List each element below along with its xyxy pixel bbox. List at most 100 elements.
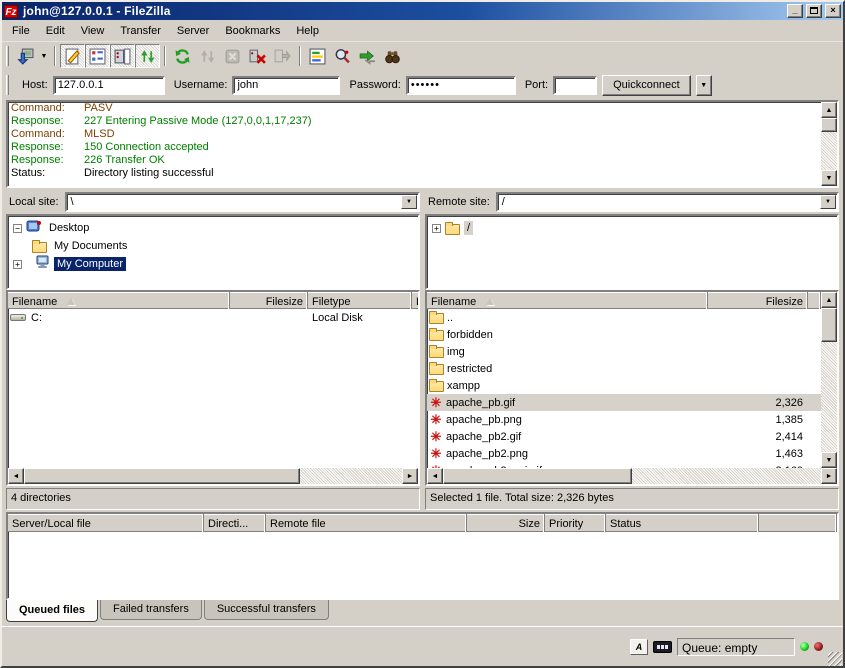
remote-horizontal-scrollbar[interactable]: ◄ ► <box>427 468 837 484</box>
speed-limit-icon[interactable] <box>653 641 672 653</box>
local-site-combo[interactable]: \ ▼ <box>65 192 420 212</box>
quickconnect-button[interactable]: Quickconnect <box>602 75 691 96</box>
scroll-up-icon[interactable]: ▲ <box>821 102 837 118</box>
remote-row-parent-dir[interactable]: .. <box>427 309 821 326</box>
process-queue-icon[interactable] <box>195 44 220 68</box>
queue-column-server-local-file[interactable]: Server/Local file <box>8 514 204 532</box>
site-manager-dropdown-icon[interactable]: ▼ <box>38 44 50 68</box>
scrollbar-thumb[interactable] <box>821 308 837 342</box>
toggle-remote-tree-icon[interactable] <box>110 44 135 68</box>
disconnect-icon[interactable] <box>245 44 270 68</box>
tree-item-desktop[interactable]: − Desktop <box>8 219 418 237</box>
cancel-icon[interactable] <box>220 44 245 68</box>
remote-row-apache-pb-png[interactable]: ✳apache_pb.png1,385 <box>427 411 821 428</box>
scroll-down-icon[interactable]: ▼ <box>821 452 837 468</box>
port-label: Port: <box>525 79 548 91</box>
remote-row-xampp[interactable]: xampp <box>427 377 821 394</box>
remote-row-apache-pb2-gif[interactable]: ✳apache_pb2.gif2,414 <box>427 428 821 445</box>
find-files-icon[interactable] <box>380 44 405 68</box>
scroll-down-icon[interactable]: ▼ <box>821 170 837 186</box>
queue-header: Server/Local file Directi... Remote file… <box>8 514 837 532</box>
tree-item-root[interactable]: + / <box>427 219 837 237</box>
local-column-filesize[interactable]: Filesize <box>230 292 308 309</box>
local-column-last-modified[interactable]: L <box>412 292 420 309</box>
menu-view[interactable]: View <box>73 22 113 40</box>
scroll-right-icon[interactable]: ► <box>821 468 837 484</box>
remote-row-restricted[interactable]: restricted <box>427 360 821 377</box>
scroll-left-icon[interactable]: ◄ <box>427 468 443 484</box>
expand-icon[interactable]: + <box>13 260 22 269</box>
username-label: Username: <box>174 79 228 91</box>
local-horizontal-scrollbar[interactable]: ◄ ► <box>8 468 418 484</box>
scroll-left-icon[interactable]: ◄ <box>8 468 24 484</box>
scrollbar-thumb[interactable] <box>24 468 300 484</box>
tree-item-my-documents[interactable]: My Documents <box>8 237 418 255</box>
remote-row-apache-pb2-png[interactable]: ✳apache_pb2.png1,463 <box>427 445 821 462</box>
toggle-log-icon[interactable] <box>60 44 85 68</box>
scrollbar-thumb[interactable] <box>821 118 837 132</box>
scroll-right-icon[interactable]: ► <box>402 468 418 484</box>
remote-column-filesize[interactable]: Filesize <box>708 292 808 309</box>
drive-icon <box>10 314 26 321</box>
local-column-filename[interactable]: Filename <box>8 292 230 309</box>
scroll-up-icon[interactable]: ▲ <box>821 292 837 308</box>
refresh-icon[interactable] <box>170 44 195 68</box>
maximize-button[interactable] <box>806 4 822 18</box>
remote-vertical-scrollbar[interactable]: ▲ ▼ <box>821 292 837 468</box>
password-label: Password: <box>349 79 400 91</box>
toggle-queue-icon[interactable] <box>135 44 160 68</box>
collapse-icon[interactable]: − <box>13 224 22 233</box>
toolbar-separator <box>164 46 166 66</box>
compare-icon[interactable] <box>330 44 355 68</box>
queue-column-remote-file[interactable]: Remote file <box>266 514 467 532</box>
menu-edit[interactable]: Edit <box>38 22 73 40</box>
image-file-icon: ✳ <box>429 396 443 410</box>
queue-column-size[interactable]: Size <box>467 514 545 532</box>
expand-icon[interactable]: + <box>432 224 441 233</box>
tab-successful-transfers[interactable]: Successful transfers <box>204 600 329 620</box>
folder-icon <box>429 313 444 324</box>
tab-queued-files[interactable]: Queued files <box>6 600 98 622</box>
data-type-icon[interactable]: A <box>630 639 648 655</box>
chevron-down-icon[interactable]: ▼ <box>401 195 417 209</box>
password-input[interactable] <box>406 76 516 95</box>
queue-column-direction[interactable]: Directi... <box>204 514 266 532</box>
remote-row-forbidden[interactable]: forbidden <box>427 326 821 343</box>
reconnect-icon[interactable] <box>270 44 295 68</box>
tab-failed-transfers[interactable]: Failed transfers <box>100 600 202 620</box>
menu-file[interactable]: File <box>4 22 38 40</box>
remote-site-combo[interactable]: / ▼ <box>496 192 839 212</box>
minimize-button[interactable]: _ <box>787 4 803 18</box>
site-manager-icon[interactable] <box>13 44 38 68</box>
sync-browse-icon[interactable] <box>355 44 380 68</box>
remote-row-img[interactable]: img <box>427 343 821 360</box>
remote-row-apache-pb-gif[interactable]: ✳apache_pb.gif2,326 <box>427 394 821 411</box>
local-row-c-drive[interactable]: C: Local Disk <box>8 309 418 326</box>
remote-status-text: Selected 1 file. Total size: 2,326 bytes <box>425 488 839 510</box>
host-input[interactable] <box>53 76 165 95</box>
chevron-down-icon[interactable]: ▼ <box>820 195 836 209</box>
resize-grip[interactable] <box>828 652 842 666</box>
queue-column-priority[interactable]: Priority <box>545 514 606 532</box>
image-file-icon: ✳ <box>429 413 443 427</box>
menu-bookmarks[interactable]: Bookmarks <box>217 22 288 40</box>
scrollbar-thumb[interactable] <box>443 468 632 484</box>
queue-column-status[interactable]: Status <box>606 514 759 532</box>
toolbar: ▼ <box>2 42 843 70</box>
folder-icon <box>429 364 444 375</box>
remote-column-filename[interactable]: Filename <box>427 292 708 309</box>
local-column-filetype[interactable]: Filetype <box>308 292 412 309</box>
menu-transfer[interactable]: Transfer <box>112 22 169 40</box>
port-input[interactable] <box>553 76 597 95</box>
close-button[interactable]: × <box>825 4 841 18</box>
folder-icon <box>429 381 444 392</box>
desktop-icon <box>26 220 42 237</box>
quickconnect-dropdown-icon[interactable]: ▼ <box>696 75 712 96</box>
username-input[interactable] <box>232 76 340 95</box>
filter-icon[interactable] <box>305 44 330 68</box>
log-scrollbar[interactable]: ▲ ▼ <box>821 102 837 186</box>
menu-help[interactable]: Help <box>288 22 327 40</box>
toggle-local-tree-icon[interactable] <box>85 44 110 68</box>
tree-item-my-computer[interactable]: + My Computer <box>8 255 418 273</box>
menu-server[interactable]: Server <box>169 22 217 40</box>
